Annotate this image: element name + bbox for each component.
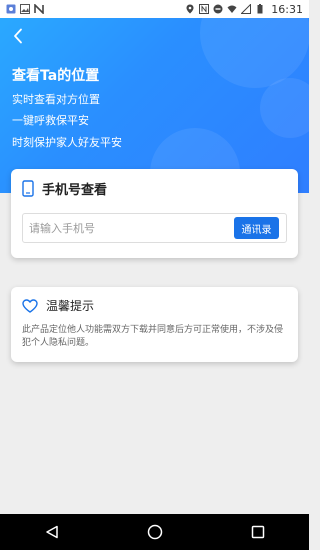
- tip-text: 此产品定位他人功能需双方下载并同意后方可正常使用，不涉及侵犯个人隐私问题。: [22, 325, 284, 348]
- nav-home-button[interactable]: [140, 517, 170, 547]
- status-bar: 16:31: [0, 0, 309, 18]
- image-icon: [6, 4, 16, 14]
- recents-square-icon: [251, 525, 264, 539]
- contacts-button[interactable]: 通讯录: [234, 217, 279, 239]
- status-left: [6, 4, 44, 14]
- status-right: 16:31: [185, 3, 303, 16]
- header-feature-line: 实时查看对方位置: [12, 93, 100, 106]
- status-time: 16:31: [271, 2, 303, 16]
- wifi-icon: [227, 5, 237, 13]
- phone-card-header: 手机号查看: [22, 179, 107, 198]
- location-icon: [186, 4, 194, 14]
- tip-card-header: 温馨提示: [22, 297, 94, 314]
- tip-card: 温馨提示 此产品定位他人功能需双方下载并同意后方可正常使用，不涉及侵犯个人隐私问…: [11, 287, 298, 362]
- header-banner: 查看Ta的位置 实时查看对方位置 一键呼救保平安 时刻保护家人好友平安: [0, 18, 309, 193]
- dnd-icon: [213, 4, 223, 14]
- nav-back-button[interactable]: [37, 517, 67, 547]
- battery-icon: [257, 4, 263, 14]
- nav-recents-button[interactable]: [243, 517, 273, 547]
- chevron-left-icon: [14, 28, 22, 44]
- header-feature-line: 一键呼救保平安: [12, 114, 89, 127]
- phone-card-title: 手机号查看: [42, 183, 108, 198]
- page-title: 查看Ta的位置: [12, 68, 100, 84]
- n-notification-icon: [34, 4, 44, 14]
- heart-icon: [22, 298, 38, 313]
- tip-card-title: 温馨提示: [46, 299, 95, 313]
- header-feature-line: 时刻保护家人好友平安: [12, 136, 122, 149]
- system-nav-bar: [0, 514, 309, 550]
- home-circle-icon: [147, 524, 162, 540]
- back-triangle-icon: [45, 525, 58, 539]
- decorative-bubble: [260, 78, 309, 138]
- back-button[interactable]: [8, 26, 28, 46]
- phone-input-wrapper: 通讯录: [22, 213, 287, 243]
- signal-icon: [241, 4, 252, 14]
- mobile-phone-icon: [22, 180, 34, 197]
- nfc-icon: [199, 4, 210, 14]
- phone-number-input[interactable]: [29, 214, 219, 242]
- phone-lookup-card: 手机号查看 通讯录: [11, 169, 298, 258]
- photo-icon: [20, 4, 30, 14]
